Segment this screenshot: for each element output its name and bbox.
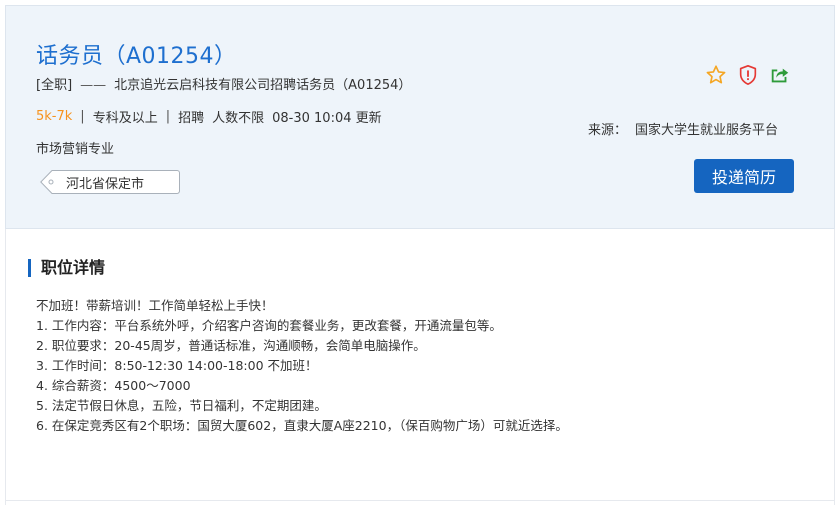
recruit-label: 招聘 <box>178 111 205 126</box>
job-title: 话务员（A01254） <box>36 44 237 69</box>
job-subline: [全职] —— 北京追光云启科技有限公司招聘话务员（A01254） <box>36 74 411 93</box>
source-value: 国家大学生就业服务平台 <box>635 123 779 138</box>
location-tag[interactable]: 河北省保定市 <box>40 170 180 194</box>
updated-time: 08-30 10:04 更新 <box>272 111 382 126</box>
separator: | <box>80 109 85 124</box>
source-info: 来源： 国家大学生就业服务平台 <box>588 119 778 138</box>
description-line: 3. 工作时间：8:50-12:30 14:00-18:00 不加班！ <box>36 358 318 373</box>
education: 专科及以上 <box>92 111 158 126</box>
dash: —— <box>80 78 107 93</box>
divider <box>5 500 835 501</box>
apply-button[interactable]: 投递简历 <box>694 159 794 193</box>
separator: | <box>165 109 171 124</box>
company-line: 北京追光云启科技有限公司招聘话务员（A01254） <box>114 78 412 93</box>
description-line: 1. 工作内容：平台系统外呼，介绍客户咨询的套餐业务，更改套餐，开通流量包等。 <box>36 318 502 333</box>
share-icon[interactable] <box>768 63 792 87</box>
description-line: 6. 在保定竞秀区有2个职场：国贸大厦602，直隶大厦A座2210，（保百购物广… <box>36 418 568 433</box>
major: 市场营销专业 <box>36 142 115 157</box>
shield-icon[interactable] <box>736 63 760 87</box>
job-type: [全职] <box>36 78 73 93</box>
headcount: 人数不限 <box>212 111 265 126</box>
star-icon[interactable] <box>704 63 728 87</box>
section-title: 职位详情 <box>28 259 105 277</box>
description-line: 5. 法定节假日休息，五险，节日福利，不定期团建。 <box>36 398 327 413</box>
salary: 5k-7k <box>36 109 73 124</box>
description-line: 不加班！带薪培训！工作简单轻松上手快！ <box>36 298 274 313</box>
job-description: 不加班！带薪培训！工作简单轻松上手快！ 1. 工作内容：平台系统外呼，介绍客户咨… <box>36 296 826 436</box>
description-line: 2. 职位要求：20-45周岁，普通话标准，沟通顺畅，会简单电脑操作。 <box>36 338 426 353</box>
description-line: 4. 综合薪资：4500～7000 <box>36 378 191 393</box>
source-label: 来源： <box>588 123 628 138</box>
location-text: 河北省保定市 <box>66 176 145 192</box>
job-details: 职位详情 不加班！带薪培训！工作简单轻松上手快！ 1. 工作内容：平台系统外呼，… <box>5 229 835 505</box>
job-header: 话务员（A01254） [全职] —— 北京追光云启科技有限公司招聘话务员（A012… <box>5 5 835 229</box>
job-meta: 5k-7k | 专科及以上 | 招聘 人数不限 08-30 10:04 更新 <box>36 107 382 126</box>
action-icons <box>704 63 792 87</box>
